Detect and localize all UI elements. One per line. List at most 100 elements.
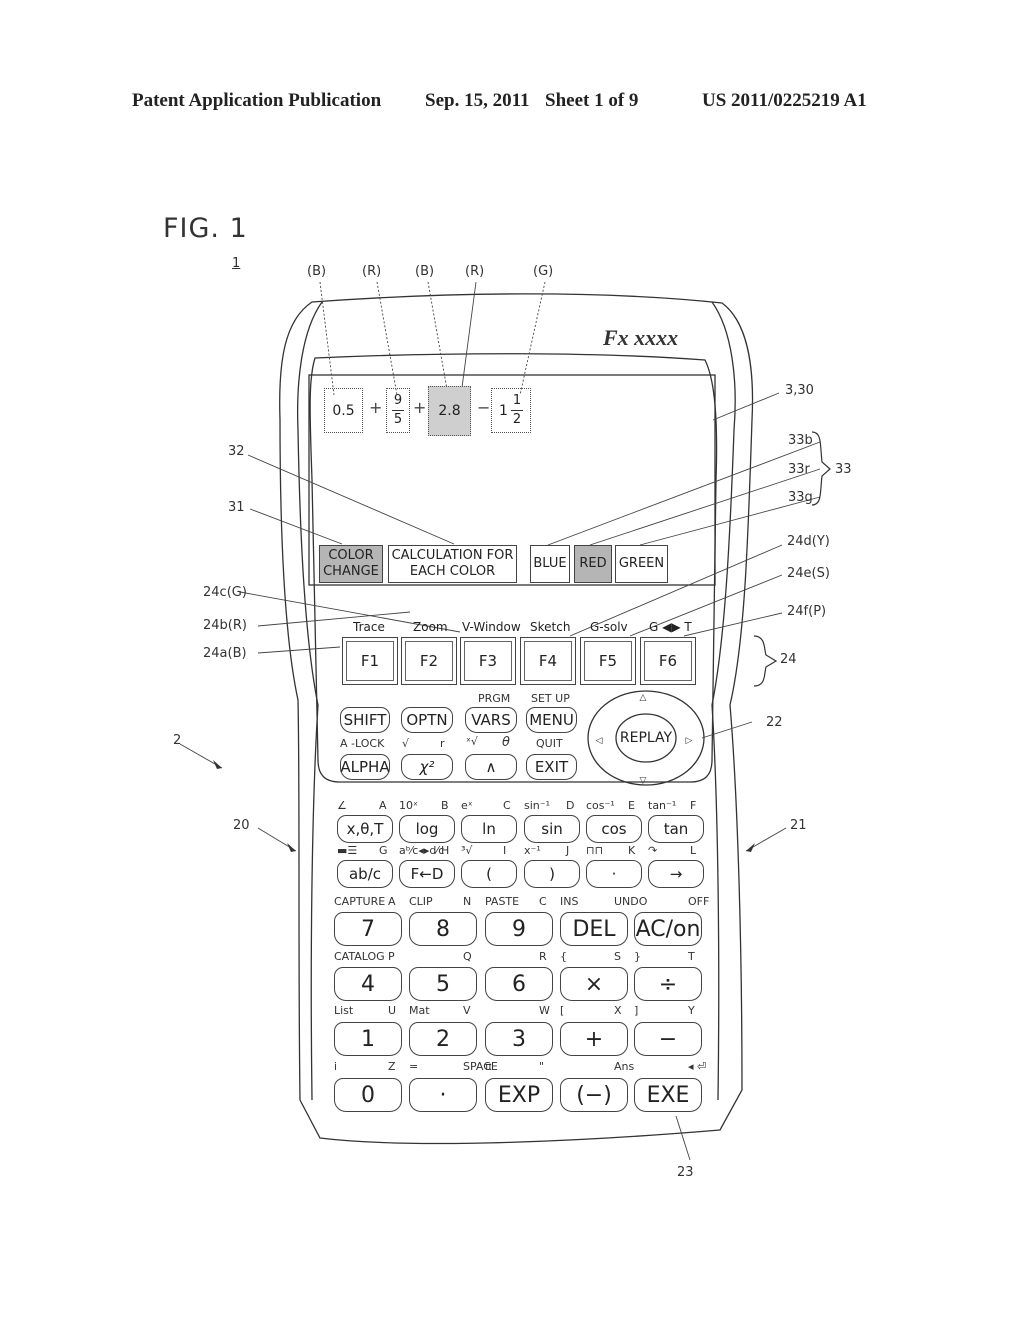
sci-row1-key[interactable]: cos	[586, 815, 642, 843]
sci-row1-secondary-right: A	[379, 799, 387, 812]
sci-row1-secondary-right: D	[566, 799, 575, 812]
num-row3-secondary-left: [	[560, 1004, 565, 1017]
alpha-key[interactable]: ALPHA	[340, 754, 390, 780]
ref-label-31: 31	[228, 500, 245, 515]
f2-secondary-label: Zoom	[413, 620, 448, 634]
num-row3-key[interactable]: +	[560, 1022, 628, 1056]
f5-key[interactable]: F5	[580, 637, 636, 685]
ref-label-24e: 24e(S)	[787, 566, 830, 581]
num-row4-key[interactable]: ·	[409, 1078, 477, 1112]
num-row4-secondary-left: i	[334, 1060, 338, 1073]
sci-row1-key[interactable]: log	[399, 815, 455, 843]
numerator: 1	[512, 393, 522, 408]
exit-key[interactable]: EXIT	[526, 754, 577, 780]
color-change-button[interactable]: COLOR CHANGE	[319, 545, 383, 583]
term-decimal-selected[interactable]: 2.8	[428, 386, 471, 436]
sci-row2-key[interactable]: ab/c	[337, 860, 393, 888]
num-row2-secondary-right: T	[688, 950, 695, 963]
ref-label-24b: 24b(R)	[203, 618, 247, 633]
num-row1-key[interactable]: 8	[409, 912, 477, 946]
f2-key[interactable]: F2	[401, 637, 457, 685]
blue-button[interactable]: BLUE	[530, 545, 570, 583]
replay-key[interactable]: REPLAY	[616, 714, 676, 762]
sci-row1-secondary-left: ∠	[337, 799, 347, 812]
num-row2-key[interactable]: ×	[560, 967, 628, 1001]
f4-key[interactable]: F4	[520, 637, 576, 685]
ref-label-screen: 3,30	[785, 383, 814, 398]
num-row4-secondary-right: ◂ ⏎	[688, 1060, 707, 1073]
optn-key[interactable]: OPTN	[401, 707, 453, 733]
sci-row1-secondary-right: F	[690, 799, 697, 812]
num-row3-key[interactable]: 2	[409, 1022, 477, 1056]
sci-row2-secondary-right: I	[503, 844, 507, 857]
num-row4-key[interactable]: EXE	[634, 1078, 702, 1112]
num-row1-secondary-right: OFF	[688, 895, 710, 908]
f5-secondary-label: G-solv	[590, 620, 628, 634]
ref-label-20: 20	[233, 818, 250, 833]
num-row4-secondary-right: Z	[388, 1060, 396, 1073]
term-value: 0.5	[332, 402, 355, 419]
square-key[interactable]: χ²	[401, 754, 453, 780]
sci-row2-secondary-right: L	[690, 844, 697, 857]
num-row2-key[interactable]: ÷	[634, 967, 702, 1001]
sci-row1-key[interactable]: sin	[524, 815, 580, 843]
num-row1-key[interactable]: DEL	[560, 912, 628, 946]
sci-row2-secondary-right: J	[566, 844, 570, 857]
num-row2-secondary-right: S	[614, 950, 621, 963]
sci-row1-secondary-left: cos⁻¹	[586, 799, 615, 812]
term-mixed-green[interactable]: 1 12	[491, 388, 531, 433]
sci-row2-key[interactable]: →	[648, 860, 704, 888]
shift-key[interactable]: SHIFT	[340, 707, 390, 733]
sci-row2-key[interactable]: (	[461, 860, 517, 888]
sci-row1-secondary-right: B	[441, 799, 449, 812]
num-row4-key[interactable]: EXP	[485, 1078, 553, 1112]
num-row3-key[interactable]: 3	[485, 1022, 553, 1056]
ref-label-33r: 33r	[788, 462, 810, 477]
f3-key[interactable]: F3	[460, 637, 516, 685]
denominator: 5	[393, 412, 403, 427]
menu-key[interactable]: MENU	[526, 707, 577, 733]
f6-key[interactable]: F6	[640, 637, 696, 685]
num-row3-key[interactable]: −	[634, 1022, 702, 1056]
ref-label-24a: 24a(B)	[203, 646, 247, 661]
alpha-secondary-label: A -LOCK	[340, 737, 385, 750]
color-tag-3: (B)	[415, 264, 435, 279]
square-secondary-left: √	[402, 737, 410, 750]
power-key[interactable]: ∧	[465, 754, 517, 780]
sci-row2-key[interactable]: )	[524, 860, 580, 888]
num-row3-secondary-right: U	[388, 1004, 397, 1017]
f1-key[interactable]: F1	[342, 637, 398, 685]
exit-secondary-label: QUIT	[536, 737, 563, 750]
sci-row2-key[interactable]: F←D	[399, 860, 455, 888]
red-button[interactable]: RED	[574, 545, 612, 583]
num-row4-secondary-left: =	[409, 1060, 419, 1073]
ref-label-32: 32	[228, 444, 245, 459]
sci-row1-key[interactable]: ln	[461, 815, 517, 843]
num-row2-secondary-left: CATALOG	[334, 950, 385, 963]
sci-row2-key[interactable]: ·	[586, 860, 642, 888]
brand-label: Fx xxxx	[603, 325, 679, 350]
num-row1-key[interactable]: 9	[485, 912, 553, 946]
ref-label-21: 21	[790, 818, 807, 833]
num-row2-key[interactable]: 5	[409, 967, 477, 1001]
ref-label-24c: 24c(G)	[203, 585, 247, 600]
calculation-each-color-button[interactable]: CALCULATION FOR EACH COLOR	[388, 545, 517, 583]
sci-row1-key[interactable]: x,θ,T	[337, 815, 393, 843]
num-row4-key[interactable]: (−)	[560, 1078, 628, 1112]
num-row2-key[interactable]: 4	[334, 967, 402, 1001]
num-row1-key[interactable]: AC/on	[634, 912, 702, 946]
num-row4-secondary-right: "	[539, 1060, 545, 1073]
f6-secondary-label: G ◀▶ T	[649, 620, 692, 634]
vars-secondary-label: PRGM	[478, 692, 511, 705]
sci-row1-key[interactable]: tan	[648, 815, 704, 843]
num-row3-key[interactable]: 1	[334, 1022, 402, 1056]
vars-key[interactable]: VARS	[465, 707, 517, 733]
ref-label-33: 33	[835, 462, 852, 477]
num-row1-key[interactable]: 7	[334, 912, 402, 946]
term-fraction-red[interactable]: 95	[386, 388, 410, 433]
num-row4-key[interactable]: 0	[334, 1078, 402, 1112]
num-row2-key[interactable]: 6	[485, 967, 553, 1001]
term-decimal-blue[interactable]: 0.5	[324, 388, 363, 433]
denominator: 2	[512, 412, 522, 427]
green-button[interactable]: GREEN	[615, 545, 668, 583]
